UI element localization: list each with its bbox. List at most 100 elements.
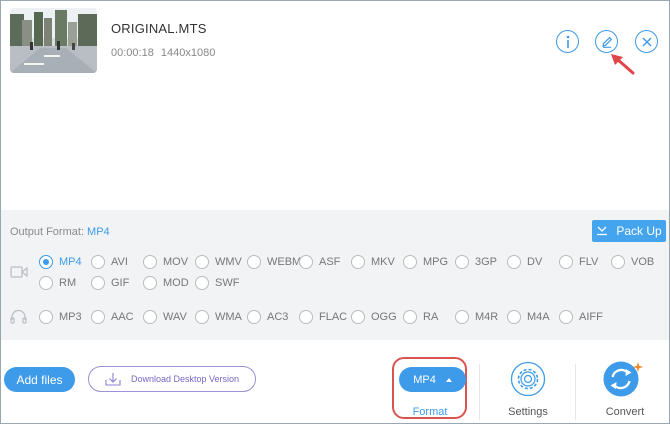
format-option-m4r[interactable]: M4R xyxy=(455,309,498,325)
format-option-label: RM xyxy=(59,277,77,289)
radio-button[interactable] xyxy=(195,310,209,324)
format-option-label: FLV xyxy=(579,256,599,268)
radio-button[interactable] xyxy=(39,255,53,269)
settings-label: Settings xyxy=(508,406,548,418)
add-files-button[interactable]: Add files xyxy=(4,367,75,392)
radio-button[interactable] xyxy=(195,276,209,290)
radio-button[interactable] xyxy=(91,310,105,324)
format-option-aac[interactable]: AAC xyxy=(91,309,134,325)
video-icon xyxy=(10,266,28,278)
radio-button[interactable] xyxy=(611,255,625,269)
format-option-label: MKV xyxy=(371,256,395,268)
radio-button[interactable] xyxy=(455,255,469,269)
format-option-swf[interactable]: SWF xyxy=(195,275,239,291)
radio-button[interactable] xyxy=(195,255,209,269)
video-thumbnail xyxy=(10,8,97,73)
radio-button[interactable] xyxy=(143,310,157,324)
convert-label: Convert xyxy=(605,406,645,418)
format-dropdown[interactable]: MP4 xyxy=(399,367,466,392)
pack-up-button[interactable]: Pack Up xyxy=(592,220,666,242)
download-desktop-button[interactable]: Download Desktop Version xyxy=(88,366,256,392)
format-option-label: RA xyxy=(423,311,439,323)
format-option-vob[interactable]: VOB xyxy=(611,254,654,270)
file-duration: 00:00:18 xyxy=(111,47,154,59)
settings-gear-icon[interactable] xyxy=(510,361,546,397)
format-option-mov[interactable]: MOV xyxy=(143,254,188,270)
format-option-wmv[interactable]: WMV xyxy=(195,254,242,270)
file-meta: 00:00:18 1440x1080 xyxy=(111,47,215,59)
format-option-label: FLAC xyxy=(319,311,348,323)
radio-button[interactable] xyxy=(91,255,105,269)
format-option-m4a[interactable]: M4A xyxy=(507,309,550,325)
format-option-flv[interactable]: FLV xyxy=(559,254,598,270)
format-option-label: AIFF xyxy=(579,311,603,323)
radio-button[interactable] xyxy=(39,276,53,290)
format-option-label: WMV xyxy=(215,256,242,268)
format-option-mp3[interactable]: MP3 xyxy=(39,309,82,325)
format-option-gif[interactable]: GIF xyxy=(91,275,129,291)
radio-button[interactable] xyxy=(143,255,157,269)
file-list-area: ORIGINAL.MTS 00:00:18 1440x1080 xyxy=(1,1,669,209)
caret-up-icon xyxy=(445,377,452,382)
output-format-panel: Output Format: MP4 Pack Up MP4 AVI MOV WMV W… xyxy=(1,210,669,340)
format-option-wma[interactable]: WMA xyxy=(195,309,242,325)
format-option-aiff[interactable]: AIFF xyxy=(559,309,603,325)
radio-button[interactable] xyxy=(507,310,521,324)
radio-button[interactable] xyxy=(39,310,53,324)
format-option-3gp[interactable]: 3GP xyxy=(455,254,497,270)
format-option-flac[interactable]: FLAC xyxy=(299,309,347,325)
format-option-ac3[interactable]: AC3 xyxy=(247,309,288,325)
radio-button[interactable] xyxy=(351,310,365,324)
format-option-label: MP3 xyxy=(59,311,82,323)
format-option-ogg[interactable]: OGG xyxy=(351,309,397,325)
format-option-label: M4R xyxy=(475,311,499,323)
edit-button[interactable] xyxy=(595,30,618,53)
format-option-label: AAC xyxy=(111,311,134,323)
radio-button[interactable] xyxy=(559,310,573,324)
pointer-arrow-icon xyxy=(611,54,635,75)
format-option-avi[interactable]: AVI xyxy=(91,254,128,270)
radio-button[interactable] xyxy=(559,255,573,269)
format-option-mod[interactable]: MOD xyxy=(143,275,189,291)
collapse-icon xyxy=(597,226,608,236)
format-option-asf[interactable]: ASF xyxy=(299,254,340,270)
format-option-label: ASF xyxy=(319,256,341,268)
format-option-mpg[interactable]: MPG xyxy=(403,254,448,270)
radio-button[interactable] xyxy=(299,255,313,269)
radio-button[interactable] xyxy=(247,310,261,324)
format-option-mkv[interactable]: MKV xyxy=(351,254,395,270)
format-option-ra[interactable]: RA xyxy=(403,309,438,325)
format-option-label: DV xyxy=(527,256,543,268)
format-option-rm[interactable]: RM xyxy=(39,275,76,291)
format-option-label: WMA xyxy=(215,311,242,323)
format-option-label: WEBM xyxy=(267,256,302,268)
radio-button[interactable] xyxy=(507,255,521,269)
toolbar-divider xyxy=(479,364,480,420)
format-option-label: VOB xyxy=(631,256,655,268)
radio-button[interactable] xyxy=(351,255,365,269)
info-button[interactable] xyxy=(556,30,579,53)
radio-button[interactable] xyxy=(455,310,469,324)
format-option-label: OGG xyxy=(371,311,397,323)
format-option-mp4[interactable]: MP4 xyxy=(39,254,82,270)
format-option-label: GIF xyxy=(111,277,130,289)
format-option-webm[interactable]: WEBM xyxy=(247,254,301,270)
format-option-label: WAV xyxy=(163,311,187,323)
radio-button[interactable] xyxy=(403,310,417,324)
format-option-wav[interactable]: WAV xyxy=(143,309,187,325)
convert-icon[interactable] xyxy=(602,361,646,397)
radio-button[interactable] xyxy=(403,255,417,269)
format-label: Format xyxy=(412,406,448,418)
radio-button[interactable] xyxy=(299,310,313,324)
toolbar-divider xyxy=(575,364,576,420)
format-option-dv[interactable]: DV xyxy=(507,254,542,270)
radio-button[interactable] xyxy=(143,276,157,290)
format-option-label: MPG xyxy=(423,256,449,268)
bottom-toolbar: Add files Download Desktop Version MP4 F… xyxy=(1,340,669,423)
format-option-label: SWF xyxy=(215,277,240,289)
radio-button[interactable] xyxy=(91,276,105,290)
remove-file-button[interactable] xyxy=(635,30,658,53)
radio-button[interactable] xyxy=(247,255,261,269)
output-format-value: MP4 xyxy=(87,226,110,238)
format-option-label: MOD xyxy=(163,277,189,289)
